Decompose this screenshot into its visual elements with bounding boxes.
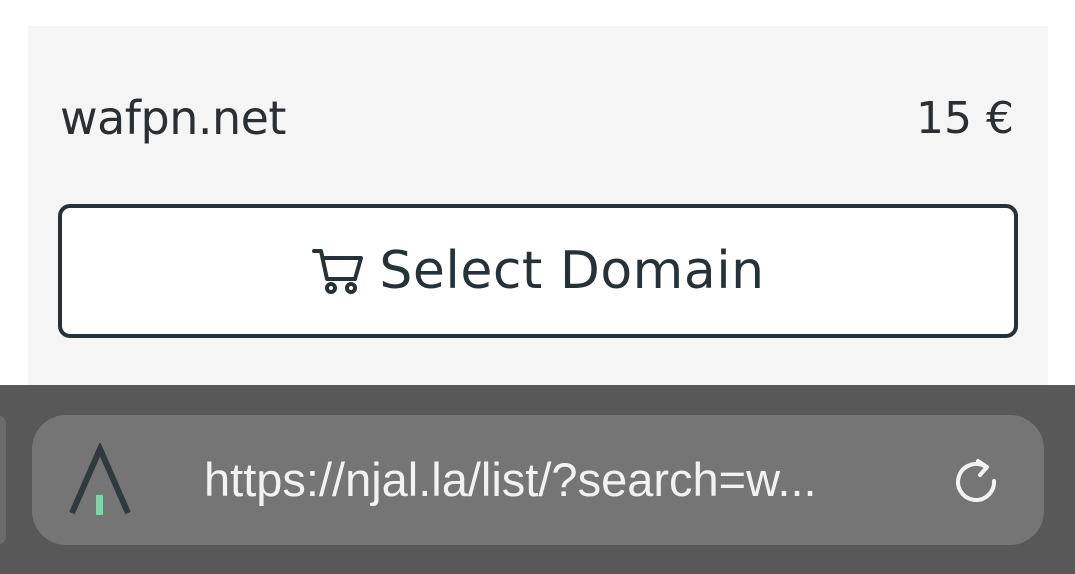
njalla-logo-icon bbox=[68, 441, 132, 519]
cart-icon bbox=[311, 246, 365, 296]
browser-toolbar: https://njal.la/list/?search=w... bbox=[0, 385, 1075, 574]
domain-price: 15 € bbox=[916, 92, 1014, 144]
domain-row: wafpn.net 15 € bbox=[60, 88, 1014, 148]
url-text[interactable]: https://njal.la/list/?search=w... bbox=[204, 415, 817, 545]
page: wafpn.net 15 € Select Domain https://nja… bbox=[0, 0, 1075, 574]
select-domain-button[interactable]: Select Domain bbox=[58, 204, 1018, 338]
previous-tab-edge[interactable] bbox=[0, 415, 6, 545]
address-bar[interactable]: https://njal.la/list/?search=w... bbox=[32, 415, 1044, 545]
domain-name: wafpn.net bbox=[60, 91, 286, 145]
reload-icon[interactable] bbox=[950, 455, 1002, 507]
select-domain-label: Select Domain bbox=[379, 241, 765, 301]
domain-listing-card: wafpn.net 15 € Select Domain bbox=[28, 26, 1048, 426]
